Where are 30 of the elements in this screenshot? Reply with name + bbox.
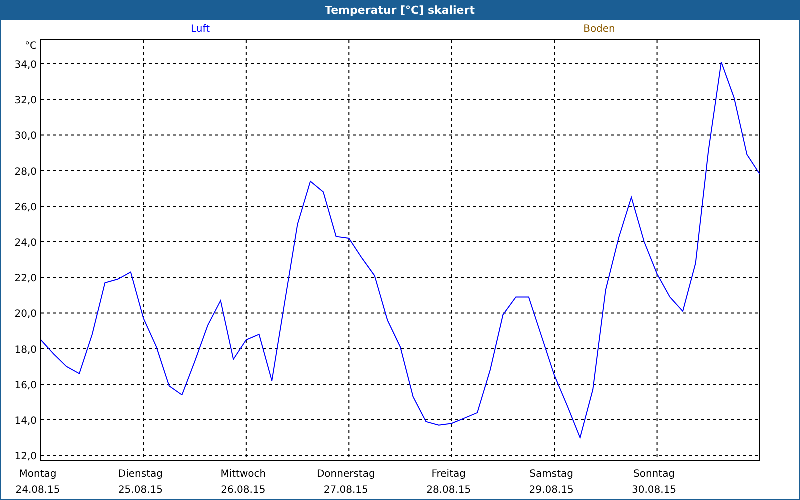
date-label: 26.08.15 <box>221 485 266 496</box>
date-label: 24.08.15 <box>16 485 60 496</box>
axis-tick-label: 26,0 <box>14 202 37 214</box>
axis-tick-label: 14,0 <box>14 416 37 428</box>
date-label: 30.08.15 <box>632 485 677 496</box>
axis-tick-label: 20,0 <box>14 309 37 320</box>
day-label: Samstag <box>530 469 574 480</box>
day-label: Freitag <box>432 469 466 480</box>
axis-tick-label: 18,0 <box>14 344 37 356</box>
axis-tick-label: 28,0 <box>14 166 37 178</box>
axis-tick-label: 22,0 <box>14 274 37 285</box>
chart-title: Temperatur [°C] skaliert <box>0 0 800 20</box>
axis-tick-label: 24,0 <box>14 238 37 250</box>
date-label: 29.08.15 <box>529 485 574 496</box>
day-label: Donnerstag <box>316 469 376 480</box>
date-label: 28.08.15 <box>426 485 472 496</box>
axis-tick-label: 30,0 <box>14 131 37 142</box>
legend-label: Luft <box>191 24 210 34</box>
date-label: 25.08.15 <box>118 485 163 496</box>
day-label: Sonntag <box>634 469 676 480</box>
axis-tick-label: 12,0 <box>14 452 37 463</box>
day-label: Montag <box>19 469 57 480</box>
axis-tick-label: 32,0 <box>14 96 37 107</box>
axis-tick-label: 34,0 <box>14 60 37 72</box>
day-label: Mittwoch <box>220 469 266 480</box>
axis-unit-label: °C <box>25 41 37 52</box>
date-label: 27.08.15 <box>324 485 368 496</box>
legend-label: Boden <box>584 24 616 34</box>
day-label: Dienstag <box>118 469 163 480</box>
axis-tick-label: 16,0 <box>14 380 37 392</box>
